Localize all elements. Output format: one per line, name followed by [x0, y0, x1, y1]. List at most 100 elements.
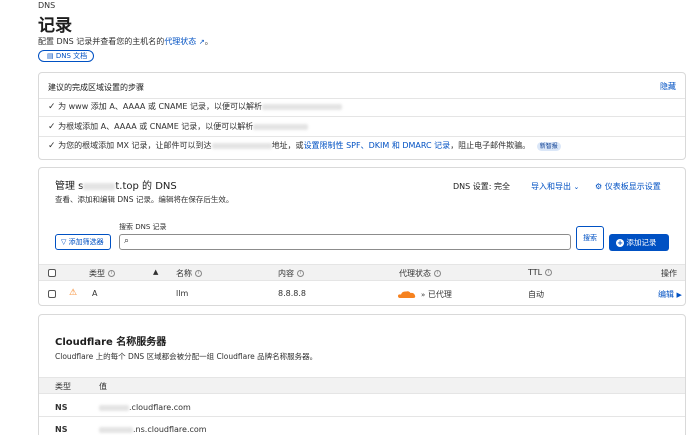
- plus-circle-icon: +: [616, 239, 624, 247]
- search-input[interactable]: ⌕: [119, 234, 571, 250]
- info-icon: i: [108, 270, 115, 277]
- step-text: 为 www 添加 A、AAAA 或 CNAME 记录，以便可以解析: [58, 102, 263, 111]
- record-type: A: [92, 289, 98, 298]
- add-record-button[interactable]: + 添加记录: [609, 234, 669, 251]
- checkmark-icon: ✓: [48, 102, 56, 112]
- filter-icon: ▽: [61, 238, 67, 246]
- proxy-status-label: 已代理: [427, 290, 452, 299]
- column-header-ttl[interactable]: TTL i: [528, 268, 553, 277]
- checkmark-icon: ✓: [48, 141, 56, 151]
- step-item: ✓ 为根域添加 A、AAAA 或 CNAME 记录，以便可以解析: [48, 121, 309, 132]
- nameservers-description: Cloudflare 上的每个 DNS 区域都会被分配一组 Cloudflare…: [55, 352, 318, 361]
- ns-value-text: .cloudflare.com: [129, 403, 191, 412]
- redacted-domain: [262, 103, 343, 110]
- redacted-ns: [99, 426, 133, 433]
- record-name: llm: [176, 289, 189, 298]
- edit-button[interactable]: 编辑 ▶: [658, 289, 682, 300]
- dashboard-settings-label: 仪表板显示设置: [604, 182, 661, 191]
- redacted-ns: [99, 404, 129, 411]
- column-header-actions: 操作: [661, 269, 677, 278]
- name-header-label: 名称: [176, 269, 192, 278]
- docs-icon: ▤: [47, 52, 54, 60]
- add-filter-label: 添加筛选器: [68, 238, 104, 246]
- proxy-status-link[interactable]: 代理状态: [164, 37, 196, 46]
- info-icon: i: [297, 270, 304, 277]
- spf-dkim-dmarc-link[interactable]: 设置限制性 SPF、DKIM 和 DMARC 记录: [304, 141, 451, 150]
- dns-setting-label: DNS 设置: 完全: [453, 182, 511, 191]
- record-ttl: 自动: [528, 290, 544, 299]
- period: 。: [204, 37, 213, 46]
- nameservers-table-header: 类型 值: [39, 377, 685, 394]
- hide-link[interactable]: 隐藏: [660, 81, 676, 92]
- ns-value-text: .ns.cloudflare.com: [133, 425, 207, 434]
- chevron-right-icon: ▶: [676, 291, 682, 299]
- divider: [39, 98, 685, 99]
- redacted-domain: [253, 123, 309, 130]
- step-text: 为根域添加 A、AAAA 或 CNAME 记录，以便可以解析: [58, 122, 254, 131]
- checkmark-icon: ✓: [48, 122, 56, 132]
- proxy-status: » 已代理: [421, 289, 452, 300]
- breadcrumb-dns: DNS: [38, 1, 56, 10]
- dashboard-settings-link[interactable]: ⚙ 仪表板显示设置: [595, 181, 661, 192]
- import-export-label: 导入和导出: [531, 182, 571, 191]
- setup-steps-title: 建议的完成区域设置的步骤: [48, 83, 144, 92]
- column-header-type[interactable]: 类型 i: [89, 268, 115, 279]
- info-icon: i: [195, 270, 202, 277]
- new-badge: 新智报: [536, 142, 561, 151]
- ns-value: .ns.cloudflare.com: [99, 425, 207, 434]
- manage-title-prefix: 管理 s: [55, 181, 84, 192]
- redacted-domain: [83, 182, 116, 190]
- import-export-dropdown[interactable]: 导入和导出 ⌄: [531, 181, 579, 192]
- column-header-proxy[interactable]: 代理状态 i: [399, 268, 441, 279]
- ttl-header-label: TTL: [528, 268, 543, 277]
- ns-type: NS: [55, 425, 68, 434]
- divider: [39, 136, 685, 137]
- column-header-name[interactable]: 名称 i: [176, 268, 202, 279]
- nameservers-card: Cloudflare 名称服务器 Cloudflare 上的每个 DNS 区域都…: [38, 314, 686, 435]
- column-header-content[interactable]: 内容 i: [278, 268, 304, 279]
- chevron-down-icon: ⌄: [573, 183, 580, 191]
- table-row: NS .cloudflare.com: [39, 399, 685, 417]
- record-content: 8.8.8.8: [278, 289, 306, 298]
- ns-value: .cloudflare.com: [99, 403, 191, 412]
- add-filter-button[interactable]: ▽ 添加筛选器: [55, 234, 111, 250]
- page-description-text: 配置 DNS 记录并查看您的主机名的: [38, 37, 165, 46]
- ns-header-value: 值: [99, 382, 107, 391]
- ns-header-type: 类型: [55, 382, 71, 391]
- table-header: 类型 i ▲ 名称 i 内容 i 代理状态 i TTL i 操作: [39, 264, 685, 281]
- row-checkbox[interactable]: [48, 290, 56, 298]
- divider: [39, 116, 685, 117]
- nameservers-title: Cloudflare 名称服务器: [55, 337, 167, 348]
- step-text-suffix: ，阻止电子邮件欺骗。: [450, 141, 531, 150]
- sort-up-icon[interactable]: ▲: [153, 268, 158, 276]
- dns-docs-button[interactable]: ▤ DNS 文档: [38, 50, 94, 62]
- setup-steps-card: 建议的完成区域设置的步骤 隐藏 ✓ 为 www 添加 A、AAAA 或 CNAM…: [38, 72, 686, 160]
- gear-icon: ⚙: [595, 182, 603, 191]
- search-button[interactable]: 搜索: [576, 226, 604, 250]
- page-title: 记录: [38, 16, 72, 36]
- redacted-email: [211, 142, 272, 149]
- table-row: NS .ns.cloudflare.com: [39, 421, 685, 435]
- content-header-label: 内容: [278, 269, 294, 278]
- manage-dns-subtitle: 查看、添加和编辑 DNS 记录。编辑将在保存后生效。: [55, 195, 234, 204]
- proxy-arrow: »: [421, 291, 426, 299]
- step-item: ✓ 为 www 添加 A、AAAA 或 CNAME 记录，以便可以解析: [48, 101, 343, 112]
- ns-type: NS: [55, 403, 68, 412]
- step-text-mid: 地址，或: [271, 141, 304, 150]
- info-icon: i: [545, 269, 553, 276]
- manage-title-suffix: t.top 的 DNS: [115, 181, 177, 192]
- step-text: 为您的根域添加 MX 记录，让邮件可以到达: [58, 141, 212, 150]
- manage-dns-card: 管理 s t.top 的 DNS 查看、添加和编辑 DNS 记录。编辑将在保存后生…: [38, 167, 686, 306]
- proxy-header-label: 代理状态: [399, 269, 431, 278]
- info-icon: i: [434, 270, 441, 277]
- edit-label: 编辑: [658, 290, 674, 299]
- search-label: 搜索 DNS 记录: [119, 223, 167, 231]
- dns-docs-label: DNS 文档: [55, 52, 88, 60]
- warning-icon: ⚠: [69, 288, 78, 298]
- page-description: 配置 DNS 记录并查看您的主机名的代理状态 ↗。: [38, 36, 213, 47]
- select-all-checkbox[interactable]: [48, 269, 56, 277]
- add-record-label: 添加记录: [626, 238, 657, 247]
- manage-dns-title: 管理 s t.top 的 DNS: [55, 177, 177, 192]
- table-row: ⚠ A llm 8.8.8.8 » 已代理 自动 编辑 ▶: [39, 286, 685, 303]
- step-item: ✓ 为您的根域添加 MX 记录，让邮件可以到达 地址，或设置限制性 SPF、DKI…: [48, 140, 561, 151]
